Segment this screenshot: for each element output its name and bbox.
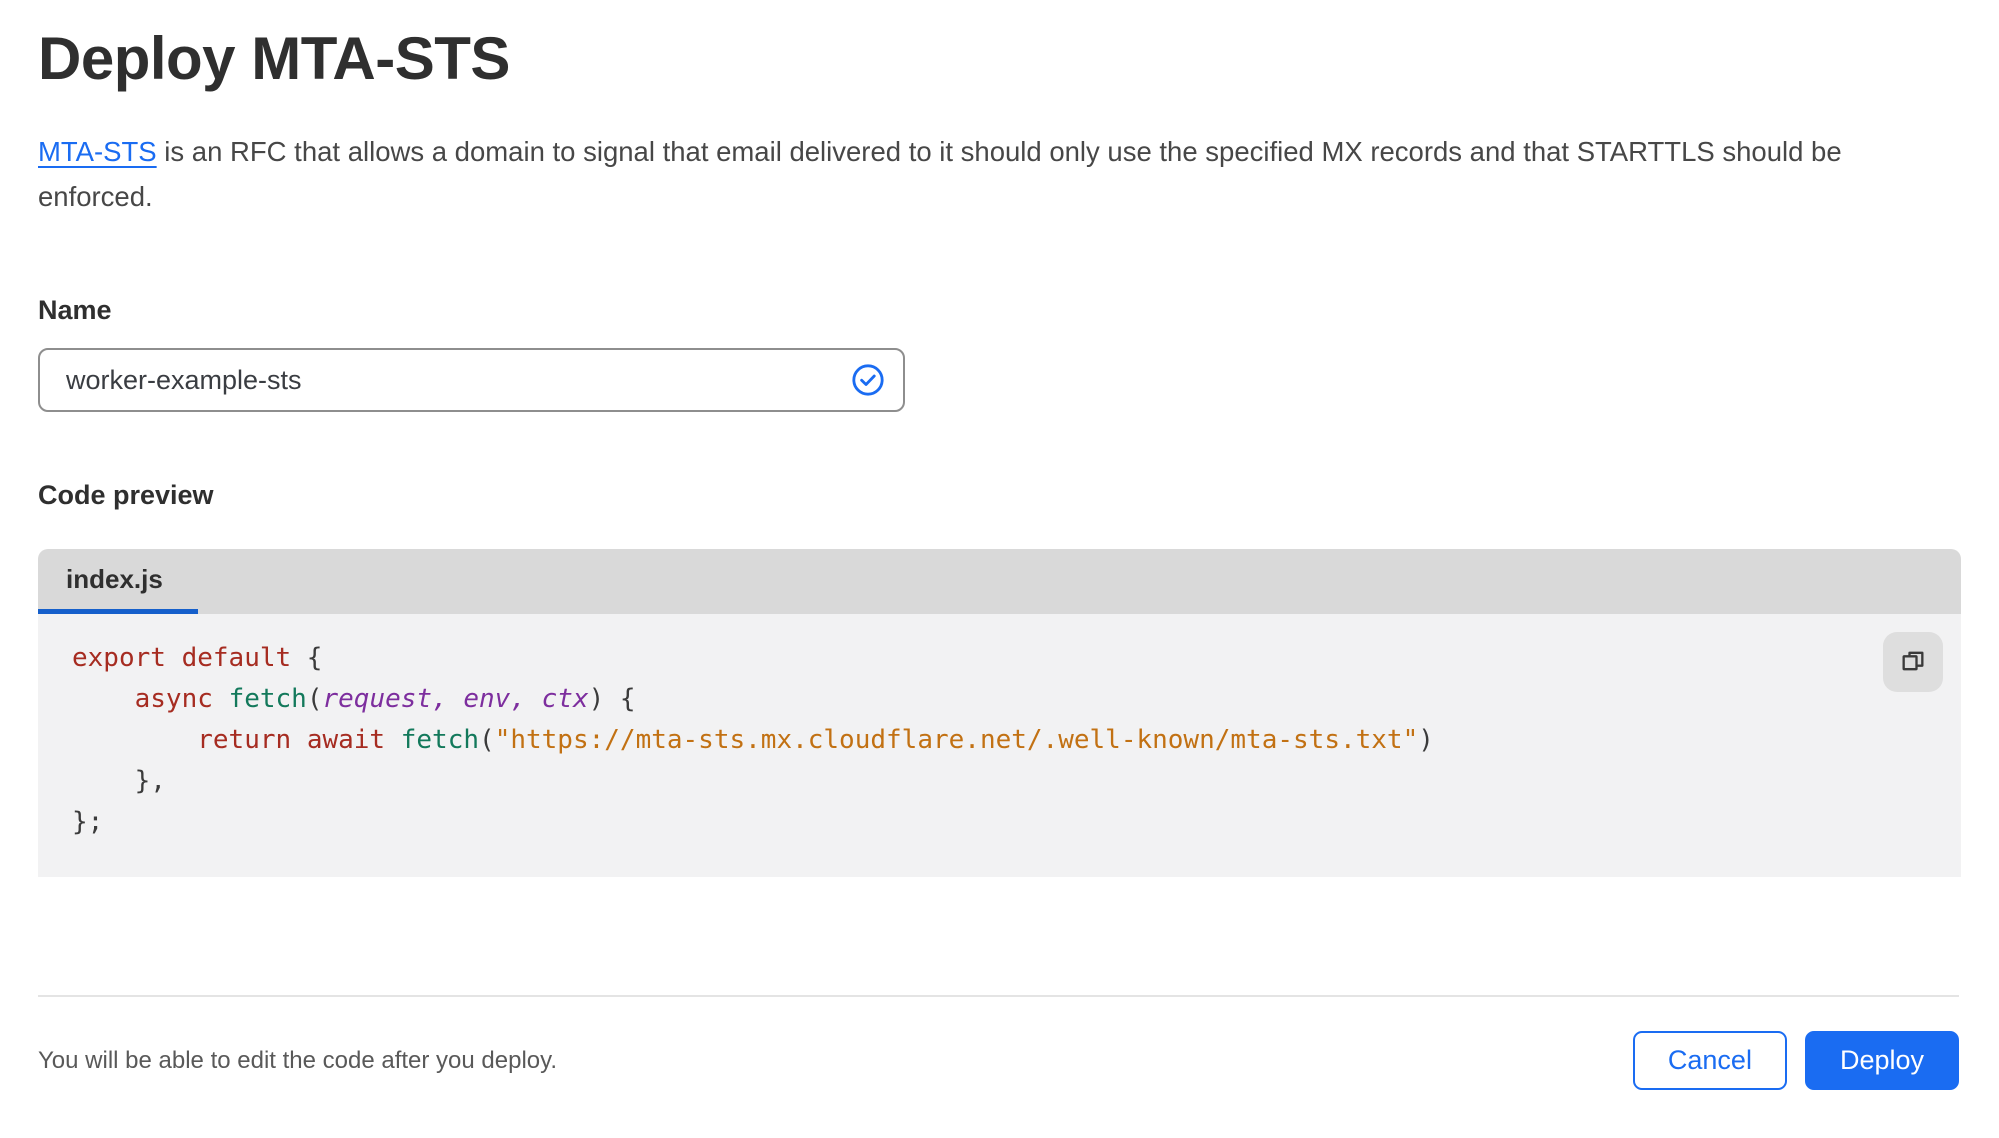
description: MTA-STS is an RFC that allows a domain t… bbox=[38, 129, 1948, 219]
footer: You will be able to edit the code after … bbox=[38, 1005, 1959, 1090]
page-title: Deploy MTA-STS bbox=[38, 25, 510, 92]
footer-divider bbox=[38, 995, 1959, 997]
footer-actions: Cancel Deploy bbox=[1632, 1031, 1959, 1090]
copy-code-button[interactable] bbox=[1883, 632, 1943, 692]
copy-icon bbox=[1899, 647, 1927, 678]
mta-sts-link[interactable]: MTA-STS bbox=[38, 136, 157, 167]
code-tabbar: index.js bbox=[38, 549, 1961, 614]
name-input[interactable] bbox=[64, 363, 851, 397]
footer-note: You will be able to edit the code after … bbox=[38, 1046, 558, 1074]
code-preview-block: index.js export default { async fetch(re… bbox=[38, 549, 1961, 877]
description-text: is an RFC that allows a domain to signal… bbox=[38, 136, 1842, 212]
deploy-button[interactable]: Deploy bbox=[1804, 1031, 1959, 1090]
tab-index-js[interactable]: index.js bbox=[38, 549, 198, 614]
code-preview-label: Code preview bbox=[38, 480, 214, 510]
check-circle-icon bbox=[851, 363, 885, 397]
code-content: export default { async fetch(request, en… bbox=[72, 643, 1434, 837]
code-body: export default { async fetch(request, en… bbox=[38, 614, 1961, 877]
name-input-wrap bbox=[38, 348, 905, 412]
deploy-mta-sts-page: Deploy MTA-STS MTA-STS is an RFC that al… bbox=[0, 0, 1999, 1090]
cancel-button[interactable]: Cancel bbox=[1632, 1031, 1787, 1090]
name-label: Name bbox=[38, 295, 112, 325]
